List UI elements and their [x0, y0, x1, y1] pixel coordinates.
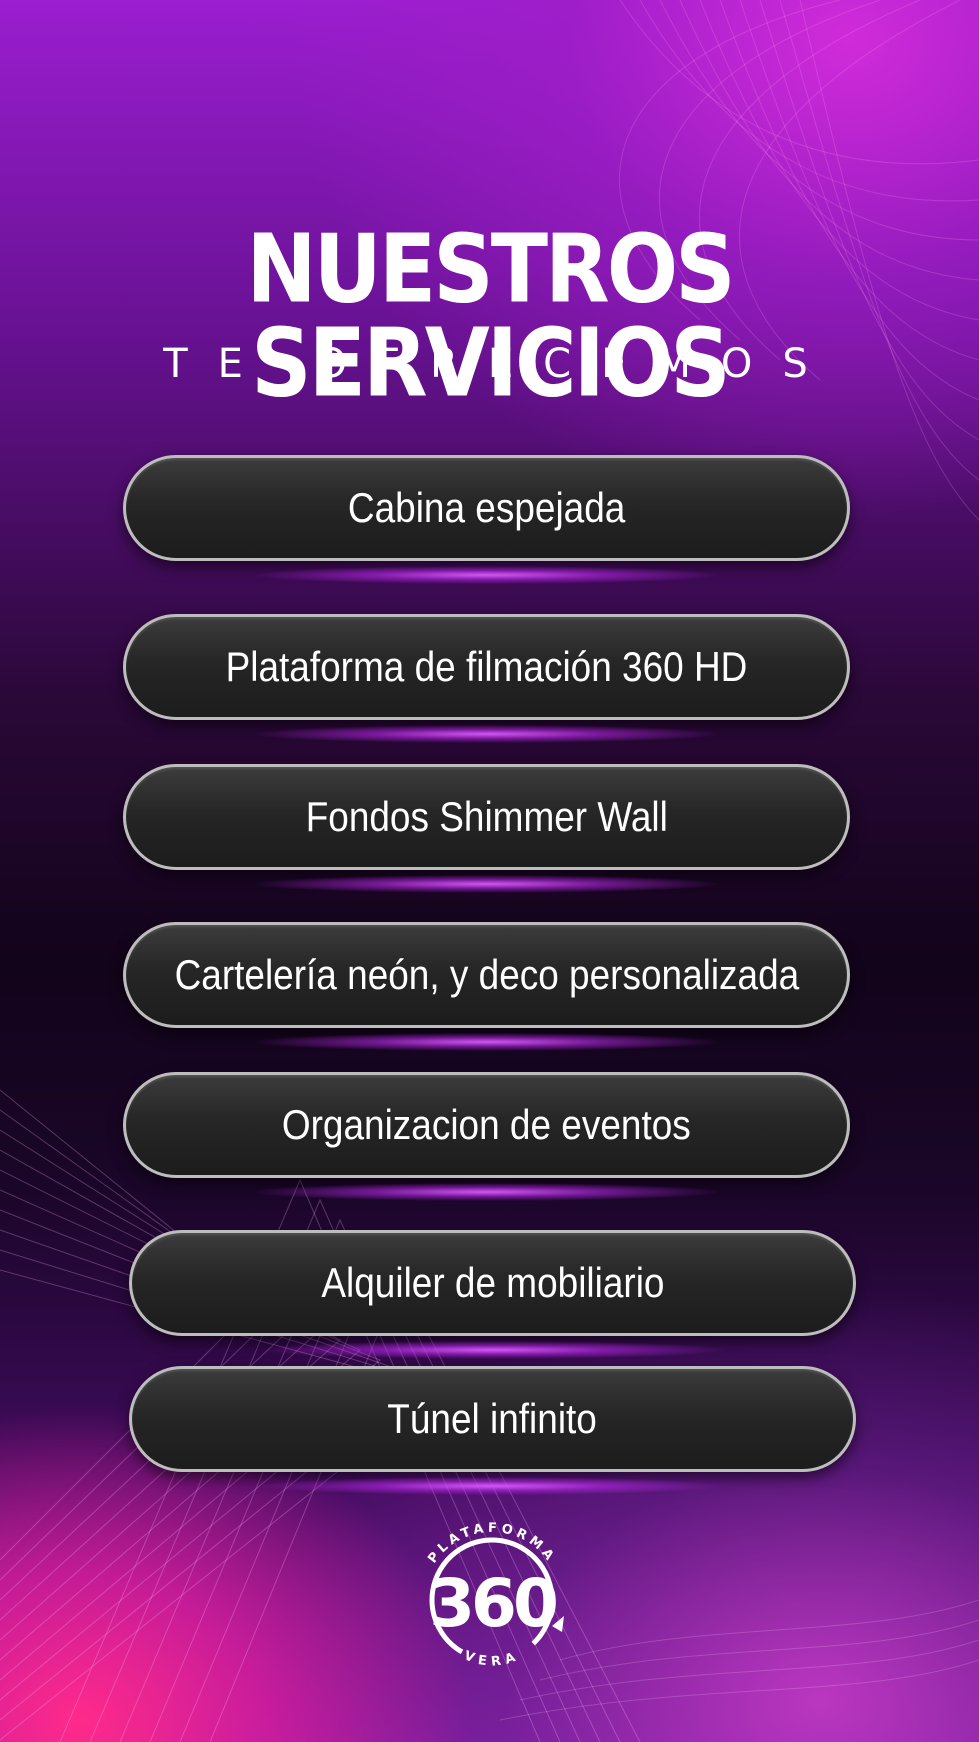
service-button-cabina-espejada[interactable]: Cabina espejada	[123, 455, 850, 584]
service-button-carteleria-neon[interactable]: Cartelería neón, y deco personalizada	[123, 922, 850, 1051]
services-list: Cabina espejada Plataforma de filmación …	[0, 0, 979, 1742]
service-label: Cartelería neón, y deco personalizada	[174, 951, 799, 998]
service-label: Organizacion de eventos	[282, 1101, 691, 1148]
service-label: Plataforma de filmación 360 HD	[225, 643, 748, 690]
svg-text:VERA: VERA	[462, 1648, 522, 1669]
service-label: Túnel infinito	[387, 1395, 598, 1442]
logo-bottom-text: VERA	[462, 1648, 517, 1669]
service-button-alquiler-mobiliario[interactable]: Alquiler de mobiliario	[129, 1230, 856, 1359]
service-label: Cabina espejada	[347, 484, 626, 531]
service-button-plataforma-360[interactable]: Plataforma de filmación 360 HD	[123, 614, 850, 743]
logo-number: 360	[429, 1565, 556, 1642]
service-button-fondos-shimmer[interactable]: Fondos Shimmer Wall	[123, 764, 850, 893]
service-label: Alquiler de mobiliario	[320, 1259, 665, 1306]
brand-logo: 360 PLATAFORMA VERA	[425, 1521, 564, 1670]
service-label: Fondos Shimmer Wall	[305, 793, 668, 840]
service-button-tunel-infinito[interactable]: Túnel infinito	[129, 1366, 856, 1495]
service-button-organizacion-eventos[interactable]: Organizacion de eventos	[123, 1072, 850, 1201]
